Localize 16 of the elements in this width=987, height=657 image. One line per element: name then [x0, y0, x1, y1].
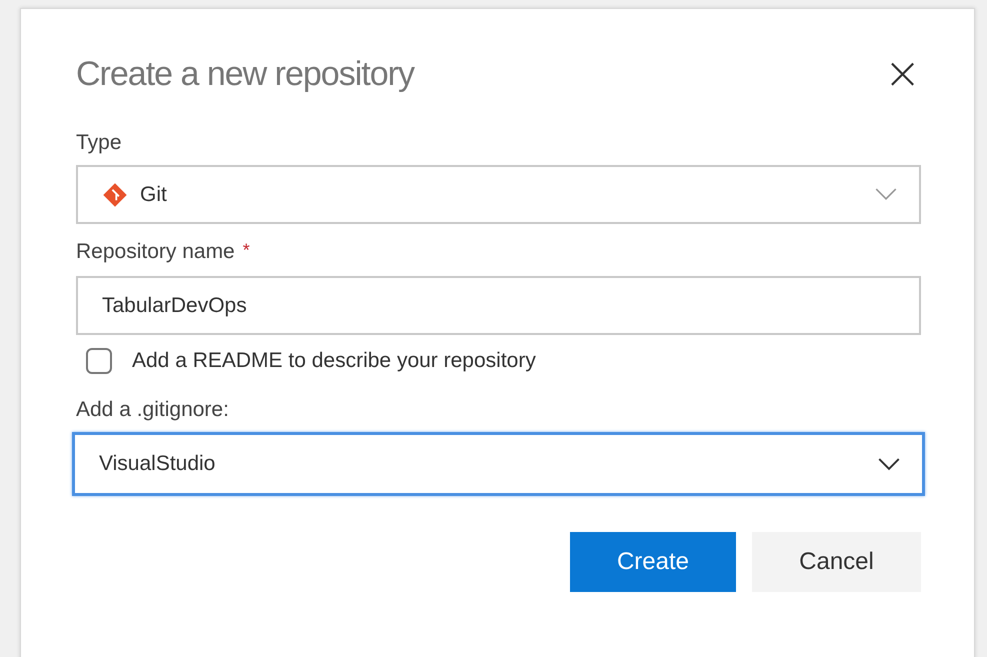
gitignore-dropdown[interactable]: VisualStudio [72, 432, 925, 496]
checkbox[interactable] [86, 348, 112, 374]
chevron-icon [875, 188, 897, 201]
field-label: Type [76, 131, 122, 155]
git-icon [102, 182, 128, 208]
close-button[interactable]: × [878, 52, 927, 96]
field-label: Add a .gitignore: [76, 398, 229, 422]
required-mark: * [242, 240, 250, 262]
create-button[interactable]: Create [570, 532, 736, 592]
cancel-button[interactable]: Cancel [752, 532, 921, 592]
dialog-title: Create a new repository [76, 54, 414, 94]
checkbox-label: Add a README to describe your repository [132, 349, 536, 373]
repository-name-field[interactable]: TabularDevOps [76, 276, 921, 335]
field-label: Repository name [76, 240, 235, 264]
type-dropdown[interactable]: Git [76, 165, 921, 224]
chevron-icon [878, 458, 900, 470]
